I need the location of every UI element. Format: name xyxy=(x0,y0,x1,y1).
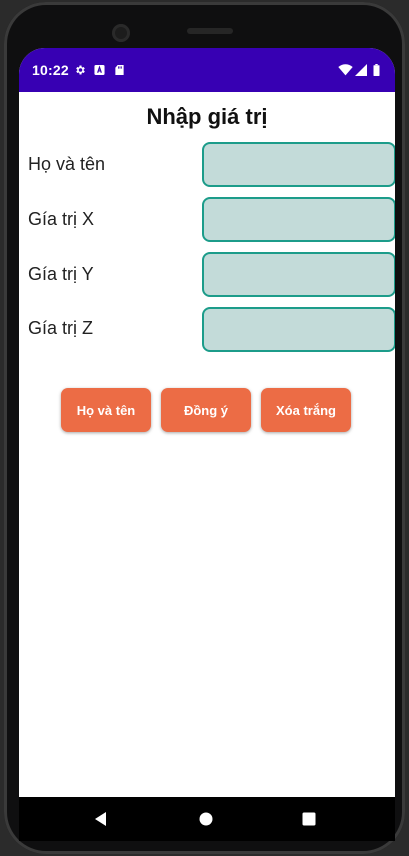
x-value-input[interactable] xyxy=(202,197,395,242)
name-label: Họ và tên xyxy=(28,154,106,174)
signal-icon xyxy=(355,64,367,76)
wifi-icon xyxy=(338,64,353,76)
sd-card-icon xyxy=(115,64,124,76)
status-time: 10:22 xyxy=(32,62,69,78)
gear-icon xyxy=(76,65,85,75)
recents-icon[interactable] xyxy=(297,807,321,831)
z-value-input[interactable] xyxy=(202,307,395,352)
clear-button[interactable]: Xóa trắng xyxy=(261,388,351,432)
name-input[interactable] xyxy=(202,142,395,187)
full-name-button[interactable]: Họ và tên xyxy=(61,388,151,432)
home-icon[interactable] xyxy=(194,807,218,831)
x-value-label: Gía trị X xyxy=(28,209,95,229)
agree-button[interactable]: Đồng ý xyxy=(161,388,251,432)
page-title: Nhập giá trị xyxy=(146,104,268,129)
z-value-label: Gía trị Z xyxy=(28,318,94,338)
back-icon[interactable] xyxy=(89,807,113,831)
status-bar: 10:22 xyxy=(19,48,395,92)
y-value-label: Gía trị Y xyxy=(28,264,94,284)
navigation-bar xyxy=(19,797,395,841)
a-notification-icon xyxy=(94,64,105,76)
front-camera xyxy=(112,24,130,42)
battery-icon xyxy=(373,64,380,76)
y-value-input[interactable] xyxy=(202,252,395,297)
app-screen: 10:22 Nhập giá trị Họ và tên Gía trị X G… xyxy=(19,48,395,828)
earpiece-speaker xyxy=(187,28,233,34)
